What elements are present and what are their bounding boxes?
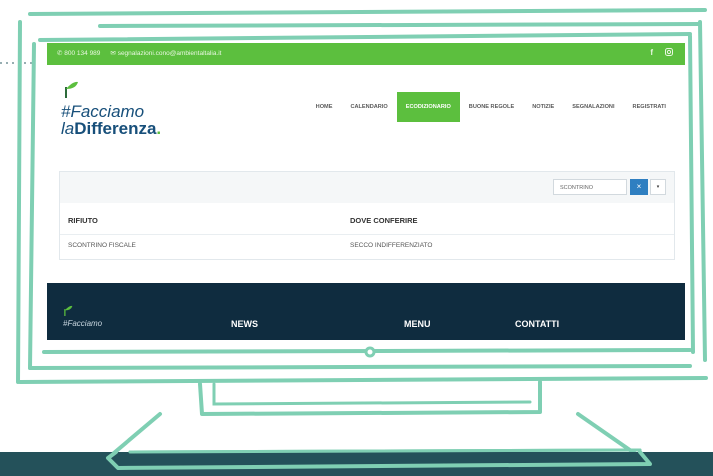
top-contact-bar: ✆ 800 134 989 ✉ segnalazioni.cono@ambien… xyxy=(47,43,685,65)
table-cell-rifiuto: SCONTRINO FISCALE xyxy=(68,242,136,249)
facebook-icon[interactable]: f xyxy=(650,48,653,58)
instagram-icon[interactable] xyxy=(665,48,673,58)
dropdown-toggle-button[interactable]: ▾ xyxy=(650,179,666,195)
ecodizionario-panel: SCONTRINO × ▾ RIFIUTO DOVE CONFERIRE SCO… xyxy=(59,171,675,260)
footer-leaf-icon xyxy=(64,305,73,316)
footer-menu-title: MENU xyxy=(404,319,431,329)
search-select[interactable]: SCONTRINO xyxy=(553,179,627,195)
nav-calendario[interactable]: CALENDARIO xyxy=(341,92,396,122)
email-address: segnalazioni.cono@ambientaltalia.it xyxy=(117,50,222,57)
column-header-dove-conferire: DOVE CONFERIRE xyxy=(350,216,418,225)
nav-home[interactable]: HOME xyxy=(307,92,342,122)
phone-number: 800 134 989 xyxy=(64,50,101,57)
nav-ecodizionario[interactable]: ECODIZIONARIO xyxy=(396,92,460,122)
table-divider xyxy=(60,234,674,235)
site-header: #Facciamo laDifferenza. HOME CALENDARIO … xyxy=(47,65,685,143)
monitor-base xyxy=(106,448,652,470)
website-screen: ✆ 800 134 989 ✉ segnalazioni.cono@ambien… xyxy=(47,43,685,340)
clear-search-button[interactable]: × xyxy=(630,179,648,195)
logo-dot: . xyxy=(156,119,162,138)
email-contact[interactable]: ✉ segnalazioni.cono@ambientaltalia.it xyxy=(110,49,221,57)
mail-icon: ✉ xyxy=(110,50,116,57)
footer-news-title: NEWS xyxy=(231,319,258,329)
nav-segnalazioni[interactable]: SEGNALAZIONI xyxy=(563,92,623,122)
phone-icon: ✆ xyxy=(57,50,63,57)
column-header-rifiuto: RIFIUTO xyxy=(68,216,98,225)
logo-prefix: la xyxy=(61,119,75,138)
footer-logo[interactable]: #Facciamo xyxy=(63,319,102,328)
power-button-icon xyxy=(364,346,376,358)
footer-contatti-title: CONTATTI xyxy=(515,319,560,329)
logo-text-line2: laDifferenza. xyxy=(61,119,161,139)
nav-notizie[interactable]: NOTIZIE xyxy=(523,92,563,122)
phone-contact[interactable]: ✆ 800 134 989 xyxy=(57,49,100,57)
table-cell-dove-conferire: SECCO INDIFFERENZIATO xyxy=(350,242,433,249)
logo-bold: Differenza xyxy=(74,119,157,138)
nav-buone-regole[interactable]: BUONE REGOLE xyxy=(460,92,523,122)
nav-registrati[interactable]: REGISTRATI xyxy=(624,92,675,122)
site-footer: #Facciamo NEWS MENU CONTATTI xyxy=(47,283,685,340)
leaf-icon xyxy=(65,81,78,98)
main-nav: HOME CALENDARIO ECODIZIONARIO BUONE REGO… xyxy=(307,92,675,122)
